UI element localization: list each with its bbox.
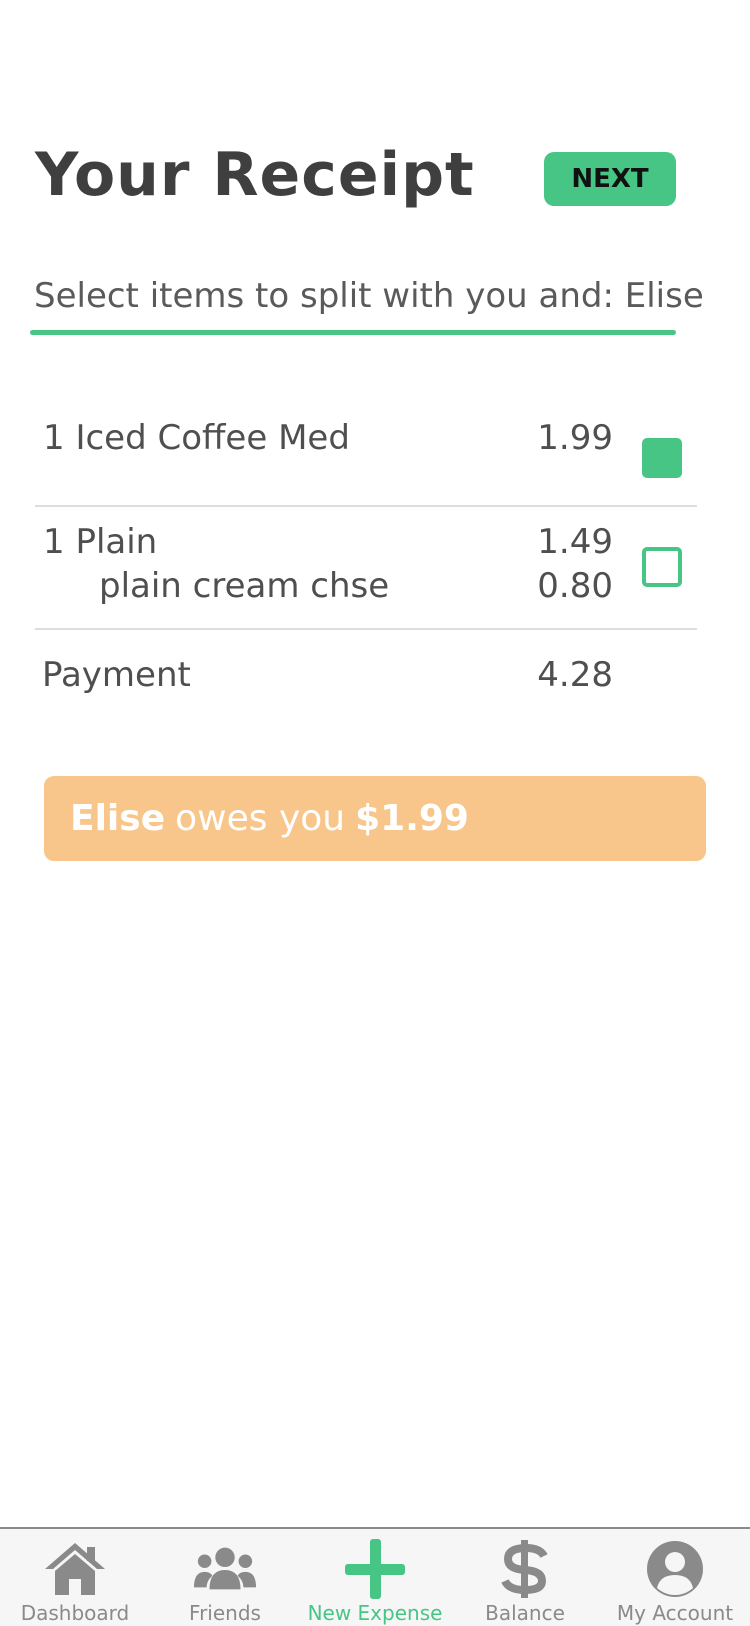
payment-row: Payment 4.28 <box>35 655 697 715</box>
nav-item-my-account[interactable]: My Account <box>600 1529 750 1626</box>
item-price: 1.99 <box>537 418 613 458</box>
owes-amount: $1.99 <box>355 798 469 839</box>
payment-amount: 4.28 <box>537 655 613 695</box>
dollar-icon <box>493 1539 557 1599</box>
nav-label-new-expense: New Expense <box>307 1601 443 1625</box>
owes-banner: Elise owes you $1.99 <box>44 776 706 861</box>
bottom-nav: Dashboard Friends New Expense Balance My… <box>0 1527 750 1626</box>
nav-label-friends: Friends <box>189 1601 261 1625</box>
receipt-item-row: 1 Iced Coffee Med 1.99 <box>35 418 697 478</box>
nav-item-friends[interactable]: Friends <box>150 1529 300 1626</box>
item-checkbox-checked[interactable] <box>642 438 682 478</box>
item-checkbox-unchecked[interactable] <box>642 547 682 587</box>
plus-icon <box>343 1539 407 1599</box>
payment-label: Payment <box>42 655 191 695</box>
receipt-item-row: 1 Plain 1.49 plain cream chse 0.80 <box>35 522 697 622</box>
nav-label-my-account: My Account <box>616 1601 734 1625</box>
item-name: 1 Iced Coffee Med <box>43 418 350 458</box>
nav-label-dashboard: Dashboard <box>20 1601 130 1625</box>
owes-text: owes you <box>175 798 346 839</box>
item-price: 1.49 <box>537 522 613 562</box>
next-button[interactable]: NEXT <box>544 152 676 206</box>
account-icon <box>643 1539 707 1599</box>
nav-item-dashboard[interactable]: Dashboard <box>0 1529 150 1626</box>
nav-item-balance[interactable]: Balance <box>450 1529 600 1626</box>
nav-label-balance: Balance <box>485 1601 565 1625</box>
owes-person: Elise <box>70 798 166 839</box>
users-icon <box>193 1539 257 1599</box>
divider <box>35 628 697 630</box>
split-prompt: Select items to split with you and: Elis… <box>34 276 704 316</box>
page-title: Your Receipt <box>35 140 475 210</box>
nav-item-new-expense[interactable]: New Expense <box>300 1529 450 1626</box>
split-underline <box>30 330 676 335</box>
item-sub-price: 0.80 <box>537 566 613 606</box>
item-name: 1 Plain <box>43 522 158 562</box>
item-sub-name: plain cream chse <box>99 566 390 606</box>
home-icon <box>43 1539 107 1599</box>
divider <box>35 505 697 507</box>
